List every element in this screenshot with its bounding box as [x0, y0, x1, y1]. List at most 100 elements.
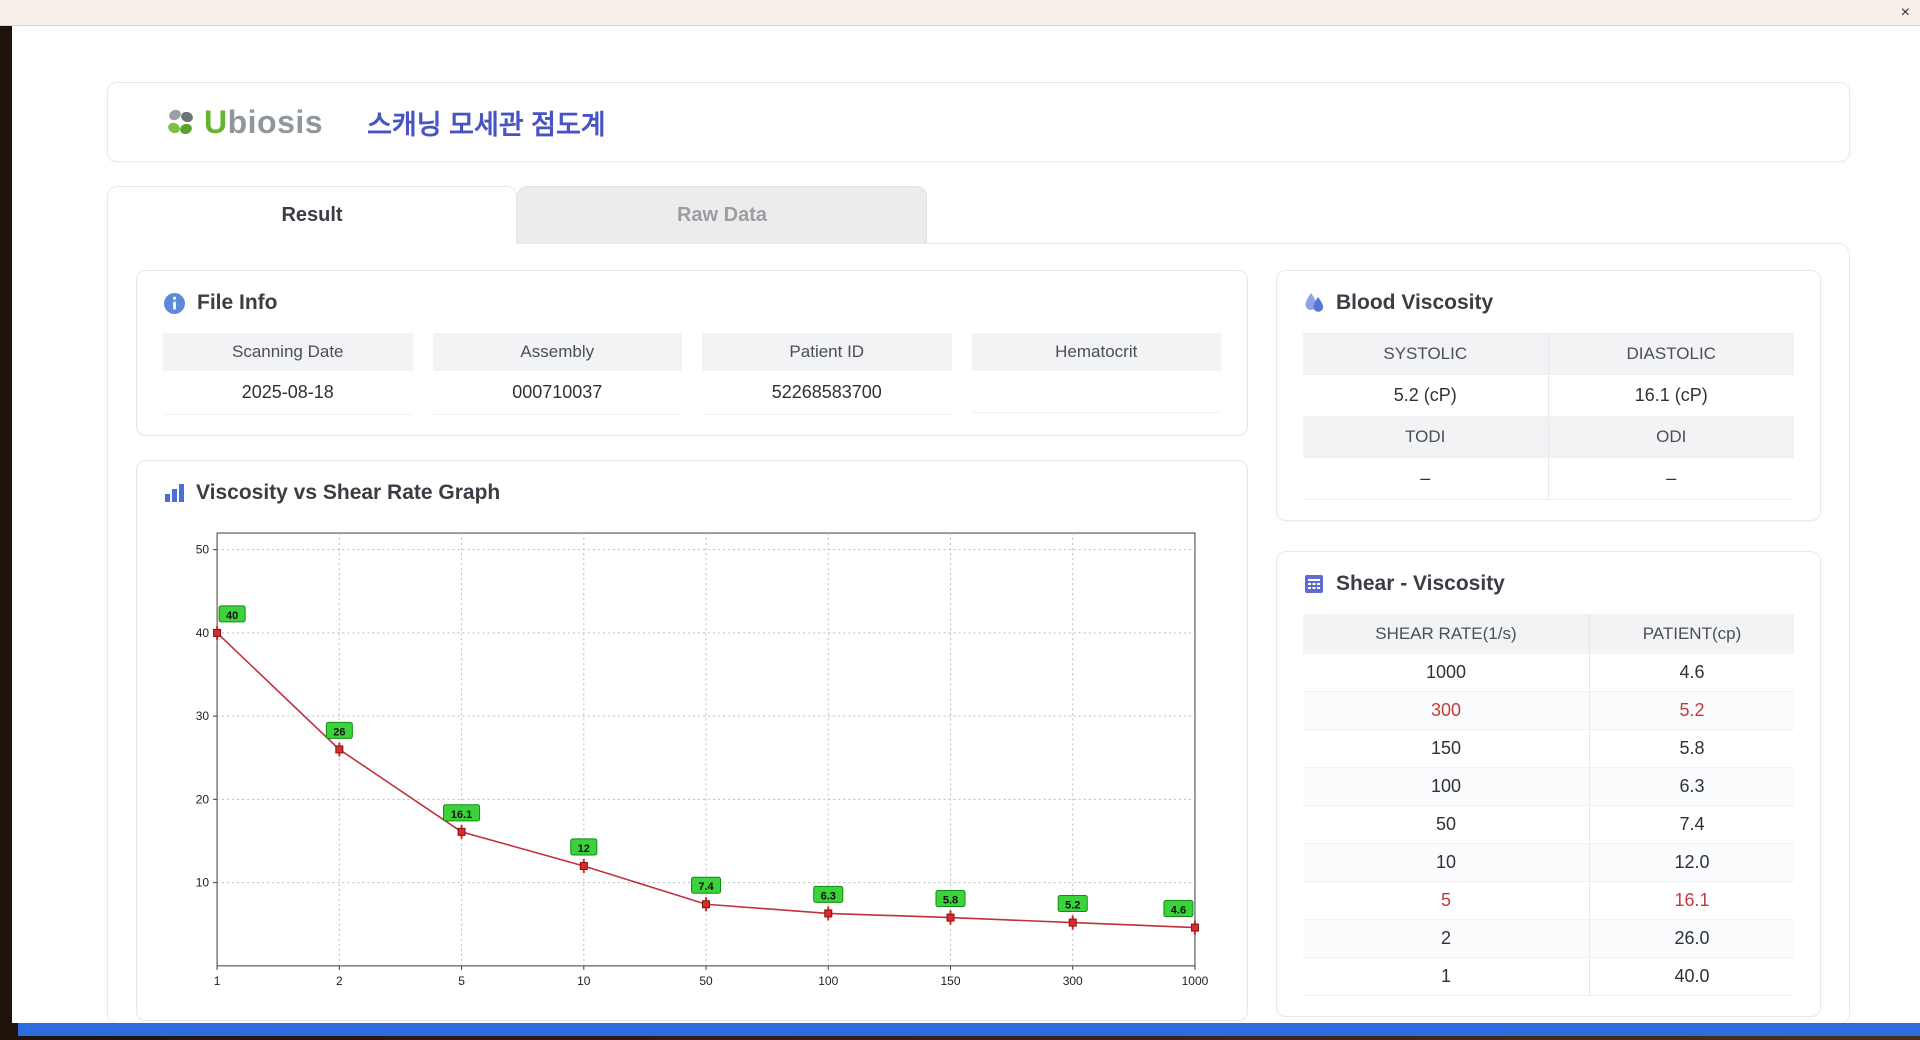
page-title: 스캐닝 모세관 점도계 — [367, 109, 606, 140]
shear-row: 150 5.8 — [1303, 729, 1794, 768]
app-window: Ubiosis 스캐닝 모세관 점도계 Result Raw Data File… — [12, 26, 1920, 1023]
patient-value-cell: 26.0 — [1589, 919, 1794, 958]
svg-text:4.6: 4.6 — [1171, 905, 1186, 917]
bv-header-cell: ODI — [1548, 417, 1794, 457]
patient-value-cell: 7.4 — [1589, 805, 1794, 844]
file-info-title: File Info — [197, 291, 278, 314]
graph-panel: Viscosity vs Shear Rate Graph 10 20 30 40 50… — [136, 460, 1248, 1021]
svg-text:300: 300 — [1063, 974, 1083, 988]
bv-value-cell: 5.2 (cP) — [1303, 375, 1549, 416]
shear-row: 300 5.2 — [1303, 691, 1794, 730]
shear-row: 50 7.4 — [1303, 805, 1794, 844]
svg-text:2: 2 — [336, 974, 343, 988]
droplet-icon — [1303, 291, 1325, 315]
patient-col-header: PATIENT(cp) — [1589, 614, 1794, 654]
file-info-field-value: 000710037 — [432, 371, 682, 415]
logo-leaf-icon — [164, 105, 198, 139]
file-info-field: Hematocrit — [971, 333, 1221, 415]
svg-text:30: 30 — [196, 709, 210, 723]
file-info-panel: File Info Scanning Date 2025-08-18 Assembl… — [136, 270, 1248, 436]
file-info-field: Assembly 000710037 — [432, 333, 682, 415]
shear-viscosity-title-row: Shear - Viscosity — [1303, 572, 1794, 596]
svg-text:1000: 1000 — [1182, 974, 1209, 988]
svg-text:5: 5 — [458, 974, 465, 988]
patient-value-cell: 16.1 — [1589, 881, 1794, 920]
bv-header-row: SYSTOLIC DIASTOLIC — [1303, 334, 1794, 375]
svg-text:50: 50 — [699, 974, 713, 988]
shear-viscosity-title: Shear - Viscosity — [1336, 572, 1505, 595]
tab-bar: Result Raw Data — [107, 186, 1850, 244]
svg-text:6.3: 6.3 — [821, 890, 836, 902]
logo-text: Ubiosis — [204, 103, 324, 140]
shear-row: 100 6.3 — [1303, 767, 1794, 806]
shear-row: 2 26.0 — [1303, 919, 1794, 958]
file-info-field-value: 52268583700 — [702, 371, 952, 415]
shear-rate-col-header: SHEAR RATE(1/s) — [1303, 614, 1590, 654]
patient-value-cell: 5.8 — [1589, 729, 1794, 768]
bottom-accent-bar — [18, 1023, 1920, 1036]
bv-value-row: – – — [1303, 458, 1794, 500]
shear-rate-cell: 1 — [1303, 957, 1590, 996]
svg-text:100: 100 — [818, 974, 838, 988]
file-info-field: Patient ID 52268583700 — [702, 333, 952, 415]
shear-row: 10 12.0 — [1303, 843, 1794, 882]
shear-rate-cell: 10 — [1303, 843, 1590, 882]
viscosity-chart: 10203040501 2 5 10 50 100 150 300 1000402616.112… — [196, 532, 1209, 988]
svg-text:50: 50 — [196, 543, 210, 557]
patient-value-cell: 6.3 — [1589, 767, 1794, 806]
svg-text:150: 150 — [940, 974, 960, 988]
svg-text:12: 12 — [578, 843, 590, 855]
file-info-field-label: Patient ID — [702, 333, 952, 371]
bv-value-cell: – — [1666, 468, 1677, 488]
file-info-field-label: Hematocrit — [971, 333, 1221, 371]
graph-title-row: Viscosity vs Shear Rate Graph — [163, 481, 1221, 505]
shear-rate-cell: 5 — [1303, 881, 1590, 920]
bar-chart-icon — [163, 482, 185, 504]
shear-rate-cell: 150 — [1303, 729, 1590, 768]
shear-table-header: SHEAR RATE(1/s) PATIENT(cp) — [1303, 614, 1794, 654]
bv-value-cell: 16.1 (cP) — [1634, 385, 1708, 405]
patient-value-cell: 5.2 — [1589, 691, 1794, 730]
shear-rate-cell: 2 — [1303, 919, 1590, 958]
patient-value-cell: 40.0 — [1589, 957, 1794, 996]
file-info-fields: Scanning Date 2025-08-18 Assembly 000710037… — [163, 333, 1221, 415]
svg-text:5.8: 5.8 — [943, 895, 958, 907]
bv-value-cell: – — [1303, 458, 1549, 499]
window-title-bar: × — [0, 0, 1920, 26]
result-panel: File Info Scanning Date 2025-08-18 Assembl… — [107, 243, 1850, 1023]
file-info-field: Scanning Date 2025-08-18 — [163, 333, 413, 415]
patient-value-cell: 12.0 — [1589, 843, 1794, 882]
svg-text:40: 40 — [226, 610, 238, 622]
shear-rate-cell: 300 — [1303, 691, 1590, 730]
tab-result[interactable]: Result — [107, 186, 517, 244]
svg-text:26: 26 — [333, 726, 345, 738]
tab-raw-data[interactable]: Raw Data — [517, 186, 927, 244]
close-icon[interactable]: × — [1901, 4, 1910, 21]
svg-text:16.1: 16.1 — [451, 809, 472, 821]
info-icon — [163, 292, 186, 315]
file-info-field-label: Scanning Date — [163, 333, 413, 371]
shear-viscosity-table: SHEAR RATE(1/s) PATIENT(cp) 1000 4.6 300 5.… — [1303, 614, 1794, 996]
shear-row: 1000 4.6 — [1303, 654, 1794, 692]
shear-row: 1 40.0 — [1303, 957, 1794, 996]
svg-text:10: 10 — [196, 876, 210, 890]
svg-text:40: 40 — [196, 626, 210, 640]
svg-text:5.2: 5.2 — [1065, 900, 1080, 912]
shear-viscosity-panel: Shear - Viscosity SHEAR RATE(1/s) PATIEN… — [1276, 551, 1821, 1017]
table-grid-icon — [1303, 573, 1325, 595]
shear-rate-cell: 1000 — [1303, 654, 1590, 692]
svg-text:10: 10 — [577, 974, 591, 988]
shear-table-body: 1000 4.6 300 5.2 150 5.8 100 6.3 50 7.4 10 12.0 5 16.… — [1303, 654, 1794, 996]
file-info-field-value — [971, 371, 1221, 413]
ubiosis-logo: Ubiosis — [164, 104, 323, 141]
viscosity-chart-wrap: 10 20 30 40 50 1 2 5 10 50 100 150 300 1000 40 26 16.1 12… — [163, 519, 1221, 1000]
graph-title: Viscosity vs Shear Rate Graph — [196, 481, 501, 504]
file-info-field-value: 2025-08-18 — [163, 371, 413, 415]
shear-rate-cell: 100 — [1303, 767, 1590, 806]
bv-header-row: TODI ODI — [1303, 417, 1794, 458]
file-info-title-row: File Info — [163, 291, 1221, 315]
bv-header-cell: TODI — [1303, 417, 1549, 457]
blood-viscosity-table: SYSTOLIC DIASTOLIC 5.2 (cP) 16.1 (cP) TODI OD… — [1303, 333, 1794, 500]
patient-value-cell: 4.6 — [1589, 654, 1794, 692]
bv-header-cell: SYSTOLIC — [1303, 334, 1549, 374]
